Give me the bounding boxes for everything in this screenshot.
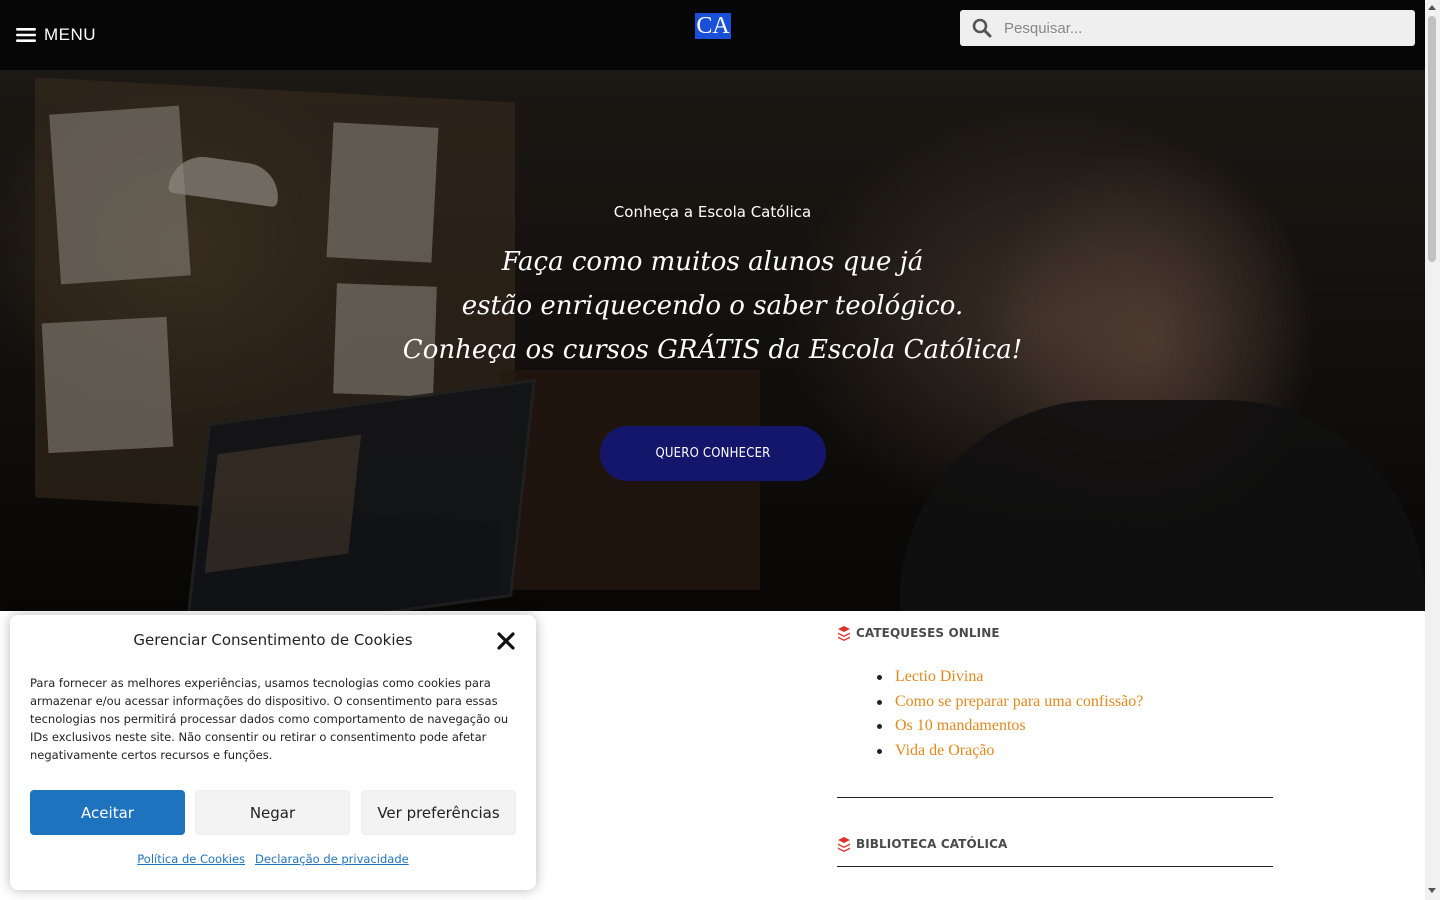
- accept-button[interactable]: Aceitar: [30, 790, 185, 835]
- menu-button[interactable]: MENU: [16, 24, 96, 46]
- hero-banner: Conheça a Escola Católica Faça como muit…: [0, 70, 1425, 611]
- list-item[interactable]: Lectio Divina: [877, 665, 1143, 690]
- site-header: MENU CA: [0, 0, 1425, 70]
- cookie-links: Política de Cookies Declaração de privac…: [10, 852, 536, 866]
- list-item[interactable]: Os 10 mandamentos: [877, 714, 1143, 739]
- hero-title-line: Conheça os cursos GRÁTIS da Escola Catól…: [402, 335, 1023, 365]
- list-item[interactable]: Vida de Oração: [877, 739, 1143, 764]
- view-preferences-button[interactable]: Ver preferências: [361, 790, 516, 835]
- close-icon[interactable]: [496, 631, 516, 651]
- cookie-policy-link[interactable]: Política de Cookies: [137, 852, 245, 866]
- scroll-down-arrow-icon[interactable]: [1428, 888, 1436, 893]
- list-item[interactable]: Como se preparar para uma confissão?: [877, 690, 1143, 715]
- privacy-statement-link[interactable]: Declaração de privacidade: [255, 852, 409, 866]
- search-box: [960, 10, 1415, 46]
- layers-icon: [838, 837, 850, 852]
- search-icon[interactable]: [960, 10, 1004, 46]
- hero-title-line: estão enriquecendo o saber teológico.: [461, 291, 964, 321]
- site-logo[interactable]: CA: [695, 13, 731, 39]
- biblioteca-heading: BIBLIOTECA CATÓLICA: [837, 836, 1007, 852]
- hero-kicker: Conheça a Escola Católica: [613, 203, 812, 221]
- hero-title: Faça como muitos alunos que já estão enr…: [0, 240, 1425, 372]
- menu-label: MENU: [44, 25, 97, 44]
- hero-title-line: Faça como muitos alunos que já: [501, 247, 924, 277]
- cookie-consent-dialog: Gerenciar Consentimento de Cookies Para …: [10, 615, 536, 890]
- catequeses-heading: CATEQUESES ONLINE: [837, 625, 1000, 641]
- layers-icon: [838, 626, 850, 641]
- cookie-dialog-title: Gerenciar Consentimento de Cookies: [133, 631, 413, 649]
- catequeses-list: Lectio Divina Como se preparar para uma …: [877, 665, 1143, 763]
- hamburger-icon: [16, 28, 36, 42]
- deny-button[interactable]: Negar: [195, 790, 350, 835]
- scroll-up-arrow-icon[interactable]: [1428, 5, 1436, 10]
- catequeses-title: CATEQUESES ONLINE: [856, 626, 1000, 640]
- page-scrollbar[interactable]: [1425, 0, 1440, 900]
- quero-conhecer-button[interactable]: QUERO CONHECER: [600, 426, 826, 481]
- biblioteca-title: BIBLIOTECA CATÓLICA: [856, 837, 1008, 851]
- search-input[interactable]: [1004, 10, 1404, 46]
- cookie-dialog-text: Para fornecer as melhores experiências, …: [30, 676, 509, 762]
- hero-content: Conheça a Escola Católica Faça como muit…: [0, 70, 1425, 611]
- divider: [837, 866, 1273, 867]
- divider: [837, 797, 1273, 798]
- scrollbar-thumb[interactable]: [1428, 16, 1436, 262]
